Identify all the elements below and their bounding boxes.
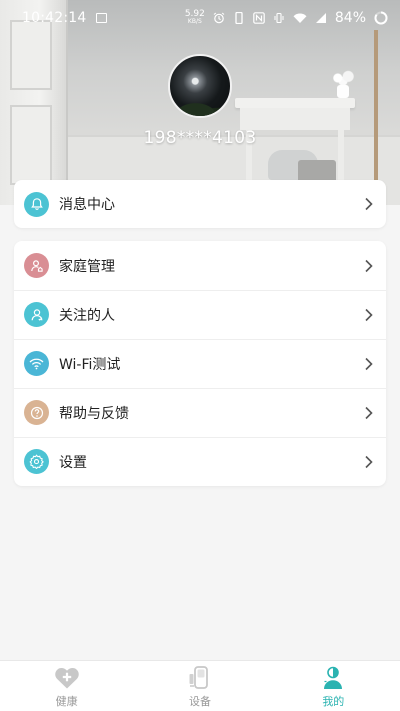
profile-icon [324,666,343,689]
help-icon [24,400,49,425]
tab-label: 健康 [55,695,78,708]
avatar[interactable] [168,54,232,118]
menu-item-settings[interactable]: 设置 [14,437,386,486]
menu-item-family[interactable]: 家庭管理 [14,241,386,290]
menu-item-wifi-test[interactable]: Wi-Fi测试 [14,339,386,388]
tab-label: 设备 [188,695,211,708]
messages-card: 消息中心 [14,180,386,228]
user-phone: 198****4103 [143,128,257,148]
device-icon [189,666,208,689]
battery-ring-icon [374,11,388,25]
chevron-right-icon [365,406,373,419]
phone-icon [235,12,243,24]
gear-icon [24,449,49,474]
chevron-right-icon [365,357,373,370]
person-icon [24,302,49,327]
background-coatrack [374,30,378,205]
chevron-right-icon [365,259,373,272]
status-time: 10:42:14 [22,10,87,26]
menu-item-label: 帮助与反馈 [59,405,129,422]
background-table [235,98,355,108]
wifi-icon [24,351,49,376]
menu-item-help[interactable]: 帮助与反馈 [14,388,386,437]
alarm-icon [213,12,225,24]
menu-item-label: 家庭管理 [59,258,115,275]
battery-percent: 84% [334,10,366,26]
tab-health[interactable]: 健康 [0,661,133,711]
bell-icon [24,191,49,217]
menu-item-messages[interactable]: 消息中心 [14,180,386,228]
status-icons: 5.92 KB/S 84% [185,10,388,26]
menu-item-label: 关注的人 [59,307,115,324]
menu-item-label: Wi-Fi测试 [59,356,121,373]
family-icon [24,253,49,278]
image-notification-icon [96,13,108,23]
net-speed: 5.92 KB/S [184,9,205,26]
vibrate-icon [274,12,284,24]
heart-plus-icon [54,667,79,689]
bottom-tab-bar: 健康 设备 我的 [0,660,400,711]
status-bar: 10:42:14 5.92 KB/S 84% [0,0,400,36]
chevron-right-icon [365,455,373,468]
menu-item-label: 设置 [59,454,87,471]
background-vase [330,70,356,98]
nfc-icon [253,12,265,24]
tab-device[interactable]: 设备 [133,661,266,711]
chevron-right-icon [365,197,373,211]
cell-signal-icon [315,13,326,23]
tab-profile[interactable]: 我的 [267,661,400,711]
menu-card: 家庭管理 关注的人 Wi-Fi测试 帮助与反馈 设置 [14,241,386,486]
wifi-signal-icon [293,13,307,23]
menu-item-following[interactable]: 关注的人 [14,290,386,339]
chevron-right-icon [365,308,373,321]
tab-label: 我的 [322,695,345,708]
menu-item-label: 消息中心 [59,197,115,213]
